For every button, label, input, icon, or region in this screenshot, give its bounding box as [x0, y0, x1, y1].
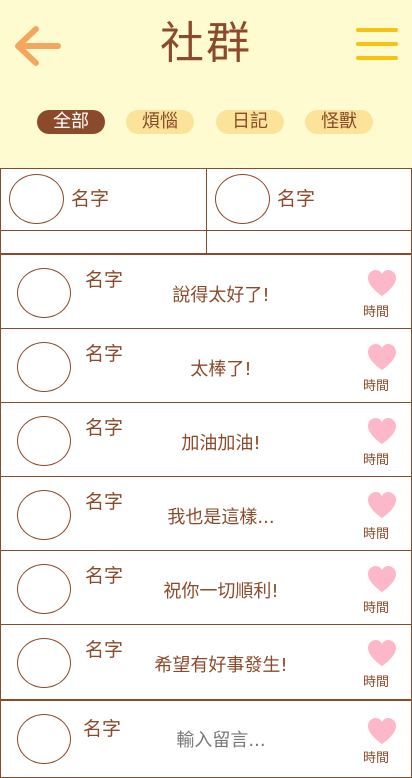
comment-time: 時間 [363, 305, 390, 320]
like-button[interactable] [367, 717, 397, 745]
heart-icon [368, 418, 396, 444]
comment-time: 時間 [363, 675, 390, 690]
avatar [17, 564, 71, 614]
avatar [215, 174, 270, 224]
comment-row: 名字 希望有好事發生! 時間 [0, 624, 412, 700]
comment-author: 名字 [85, 417, 124, 439]
comment-text: 我也是這樣... [167, 507, 275, 528]
comment-input[interactable]: 輸入留言... [121, 729, 321, 753]
avatar [17, 342, 71, 392]
comment-text: 太棒了! [190, 359, 252, 380]
comment-row: 名字 說得太好了! 時間 [0, 254, 412, 329]
comment-time: 時間 [363, 453, 390, 468]
heart-icon [368, 566, 396, 592]
comment-row: 名字 加油加油! 時間 [0, 402, 412, 477]
category-tabs: 全部 煩惱 日記 怪獸 [0, 110, 412, 136]
tab-monster[interactable]: 怪獸 [305, 110, 373, 134]
grid-cell-empty [0, 230, 207, 254]
avatar [17, 416, 71, 466]
grid-cell-empty [206, 230, 412, 254]
user-card[interactable]: 名字 [206, 168, 412, 231]
tab-worries[interactable]: 煩惱 [126, 110, 194, 134]
like-button[interactable] [367, 491, 397, 519]
comment-text: 說得太好了! [172, 285, 270, 306]
avatar [9, 174, 64, 224]
user-grid: 名字 名字 [0, 168, 412, 254]
comment-row: 名字 太棒了! 時間 [0, 328, 412, 403]
user-card[interactable]: 名字 [0, 168, 207, 231]
comment-row: 名字 祝你一切順利! 時間 [0, 550, 412, 625]
heart-icon [368, 718, 396, 744]
like-button[interactable] [367, 269, 397, 297]
comment-time: 時間 [363, 527, 390, 542]
avatar [17, 490, 71, 540]
heart-icon [368, 640, 396, 666]
comment-author: 名字 [85, 343, 124, 365]
avatar [17, 714, 71, 764]
avatar [17, 638, 71, 688]
user-name: 名字 [277, 188, 316, 210]
comment-author: 名字 [85, 639, 124, 661]
heart-icon [368, 344, 396, 370]
comment-author: 名字 [85, 269, 124, 291]
heart-icon [368, 270, 396, 296]
tab-diary[interactable]: 日記 [216, 110, 284, 134]
heart-icon [368, 492, 396, 518]
comment-text: 祝你一切順利! [163, 581, 279, 602]
tab-all[interactable]: 全部 [37, 110, 105, 134]
like-button[interactable] [367, 565, 397, 593]
comment-composer: 名字 輸入留言... 時間 [0, 700, 412, 778]
composer-time: 時間 [363, 751, 390, 766]
comment-row: 名字 我也是這樣... 時間 [0, 476, 412, 551]
header: 社群 全部 煩惱 日記 怪獸 [0, 0, 412, 168]
like-button[interactable] [367, 417, 397, 445]
comment-time: 時間 [363, 379, 390, 394]
page-title: 社群 [160, 18, 252, 69]
comment-text: 加油加油! [181, 433, 261, 454]
like-button[interactable] [367, 343, 397, 371]
comment-author: 名字 [85, 491, 124, 513]
composer-author: 名字 [83, 718, 122, 740]
avatar [17, 268, 71, 318]
comment-text: 希望有好事發生! [154, 655, 288, 676]
like-button[interactable] [367, 639, 397, 667]
menu-button[interactable] [354, 24, 400, 64]
user-name: 名字 [71, 188, 110, 210]
comment-time: 時間 [363, 601, 390, 616]
comment-author: 名字 [85, 565, 124, 587]
